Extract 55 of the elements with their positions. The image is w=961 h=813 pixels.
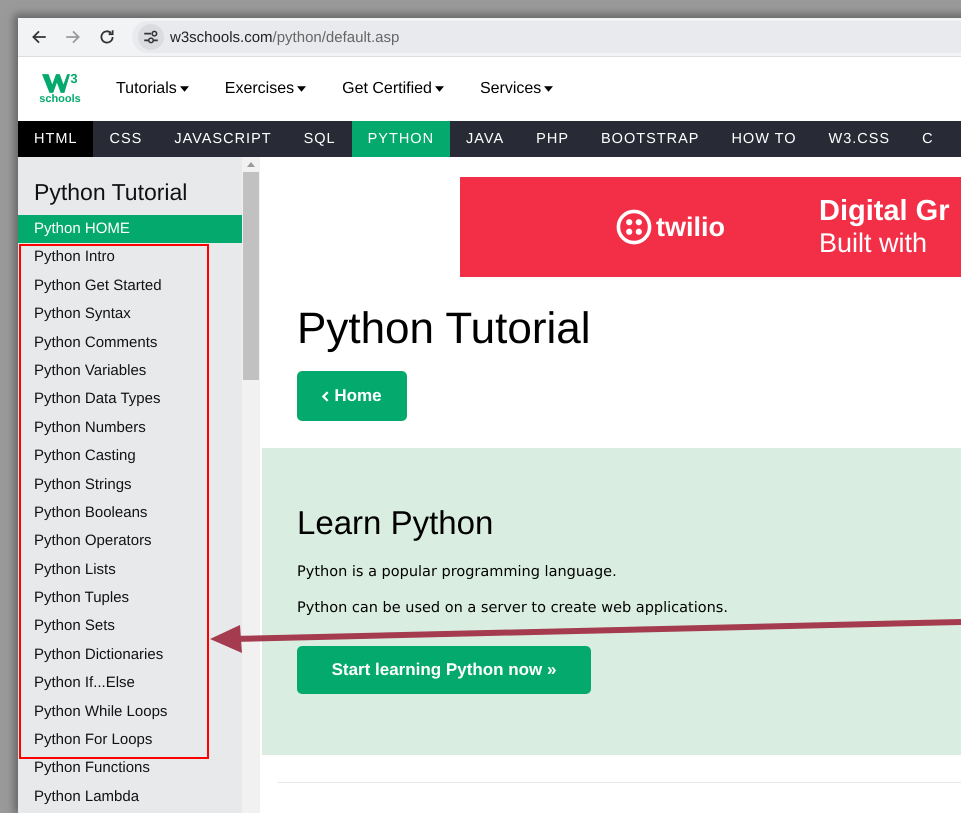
sidebar-item[interactable]: Python If...Else xyxy=(18,669,242,698)
sidebar-item[interactable]: Python Data Types xyxy=(18,385,242,414)
nav-menu-button[interactable]: Get Certified xyxy=(342,80,444,98)
sidebar-title: Python Tutorial xyxy=(33,178,188,207)
nav-menu-button[interactable]: Services xyxy=(480,80,554,98)
scrollbar[interactable] xyxy=(242,157,260,813)
sidebar-item[interactable]: Python For Loops xyxy=(18,726,242,754)
sidebar-item[interactable]: Python Lists xyxy=(18,556,242,584)
caret-icon xyxy=(297,86,306,92)
sidebar-item[interactable]: Python While Loops xyxy=(18,698,242,726)
topnav-link[interactable]: HOW TO xyxy=(715,121,813,157)
paragraph: Python can be used on a server to create web applications. xyxy=(297,600,729,616)
sidebar-item[interactable]: Python Tuples xyxy=(18,584,242,612)
brand-icon xyxy=(616,209,652,245)
topnav-link[interactable]: W3.CSS xyxy=(812,121,906,157)
topnav-link[interactable]: JAVA xyxy=(450,121,520,157)
nav-menu-button[interactable]: Tutorials xyxy=(116,80,189,98)
paragraph: Python is a popular programming language. xyxy=(297,564,618,580)
sidebar-item[interactable]: Python Numbers xyxy=(18,414,242,442)
reload-icon[interactable] xyxy=(98,28,116,46)
sidebar-item[interactable]: Python Strings xyxy=(18,470,242,499)
sidebar-item[interactable]: Python Functions xyxy=(18,754,242,783)
brand-name: twilio xyxy=(656,212,725,242)
topnav-link[interactable]: SQL xyxy=(288,121,352,157)
sidebar-item[interactable]: Python Dictionaries xyxy=(18,640,242,670)
topnav-link[interactable]: HTML xyxy=(18,121,94,157)
site-settings-icon[interactable] xyxy=(138,24,164,50)
topnav-link[interactable]: C xyxy=(906,121,950,157)
sidebar-item[interactable]: Python Get Started xyxy=(18,272,242,300)
section-heading: Learn Python xyxy=(297,504,494,542)
topnav-link[interactable]: PHP xyxy=(520,121,585,157)
topnav-link[interactable]: JAVASCRIPT xyxy=(158,121,288,157)
chevron-left-icon xyxy=(322,390,330,402)
address-bar[interactable]: w3schools.com/python/default.asp xyxy=(132,21,961,53)
sidebar-item[interactable]: Python Sets xyxy=(18,612,242,641)
sidebar-item[interactable]: Python Syntax xyxy=(18,300,242,329)
forward-icon[interactable] xyxy=(64,28,82,46)
ad-headline: Digital Gr xyxy=(819,195,950,228)
sidebar-item[interactable]: Python Lambda xyxy=(18,782,242,812)
caret-icon xyxy=(544,86,554,92)
caret-icon xyxy=(180,86,189,92)
caret-icon xyxy=(434,86,444,92)
page-title: Python Tutorial xyxy=(297,303,592,355)
nav-menu-button[interactable]: Exercises xyxy=(224,80,306,98)
sidebar-item[interactable]: Python Booleans xyxy=(18,498,242,528)
topnav-link[interactable]: BOOTSTRAP xyxy=(585,121,716,157)
topnav-link[interactable]: CSS xyxy=(93,121,158,157)
ad-subline: Built with xyxy=(819,228,928,259)
sidebar-item[interactable]: Python Intro xyxy=(18,243,242,272)
sidebar-item[interactable]: Python Operators xyxy=(18,527,242,556)
back-icon[interactable] xyxy=(30,28,48,46)
sidebar-item[interactable]: Python Casting xyxy=(18,442,242,471)
ad-banner[interactable]: twilio Digital Gr Built with xyxy=(460,177,961,277)
sidebar-item[interactable]: Python Variables xyxy=(18,356,242,386)
sidebar-item[interactable]: Python Comments xyxy=(18,328,242,357)
